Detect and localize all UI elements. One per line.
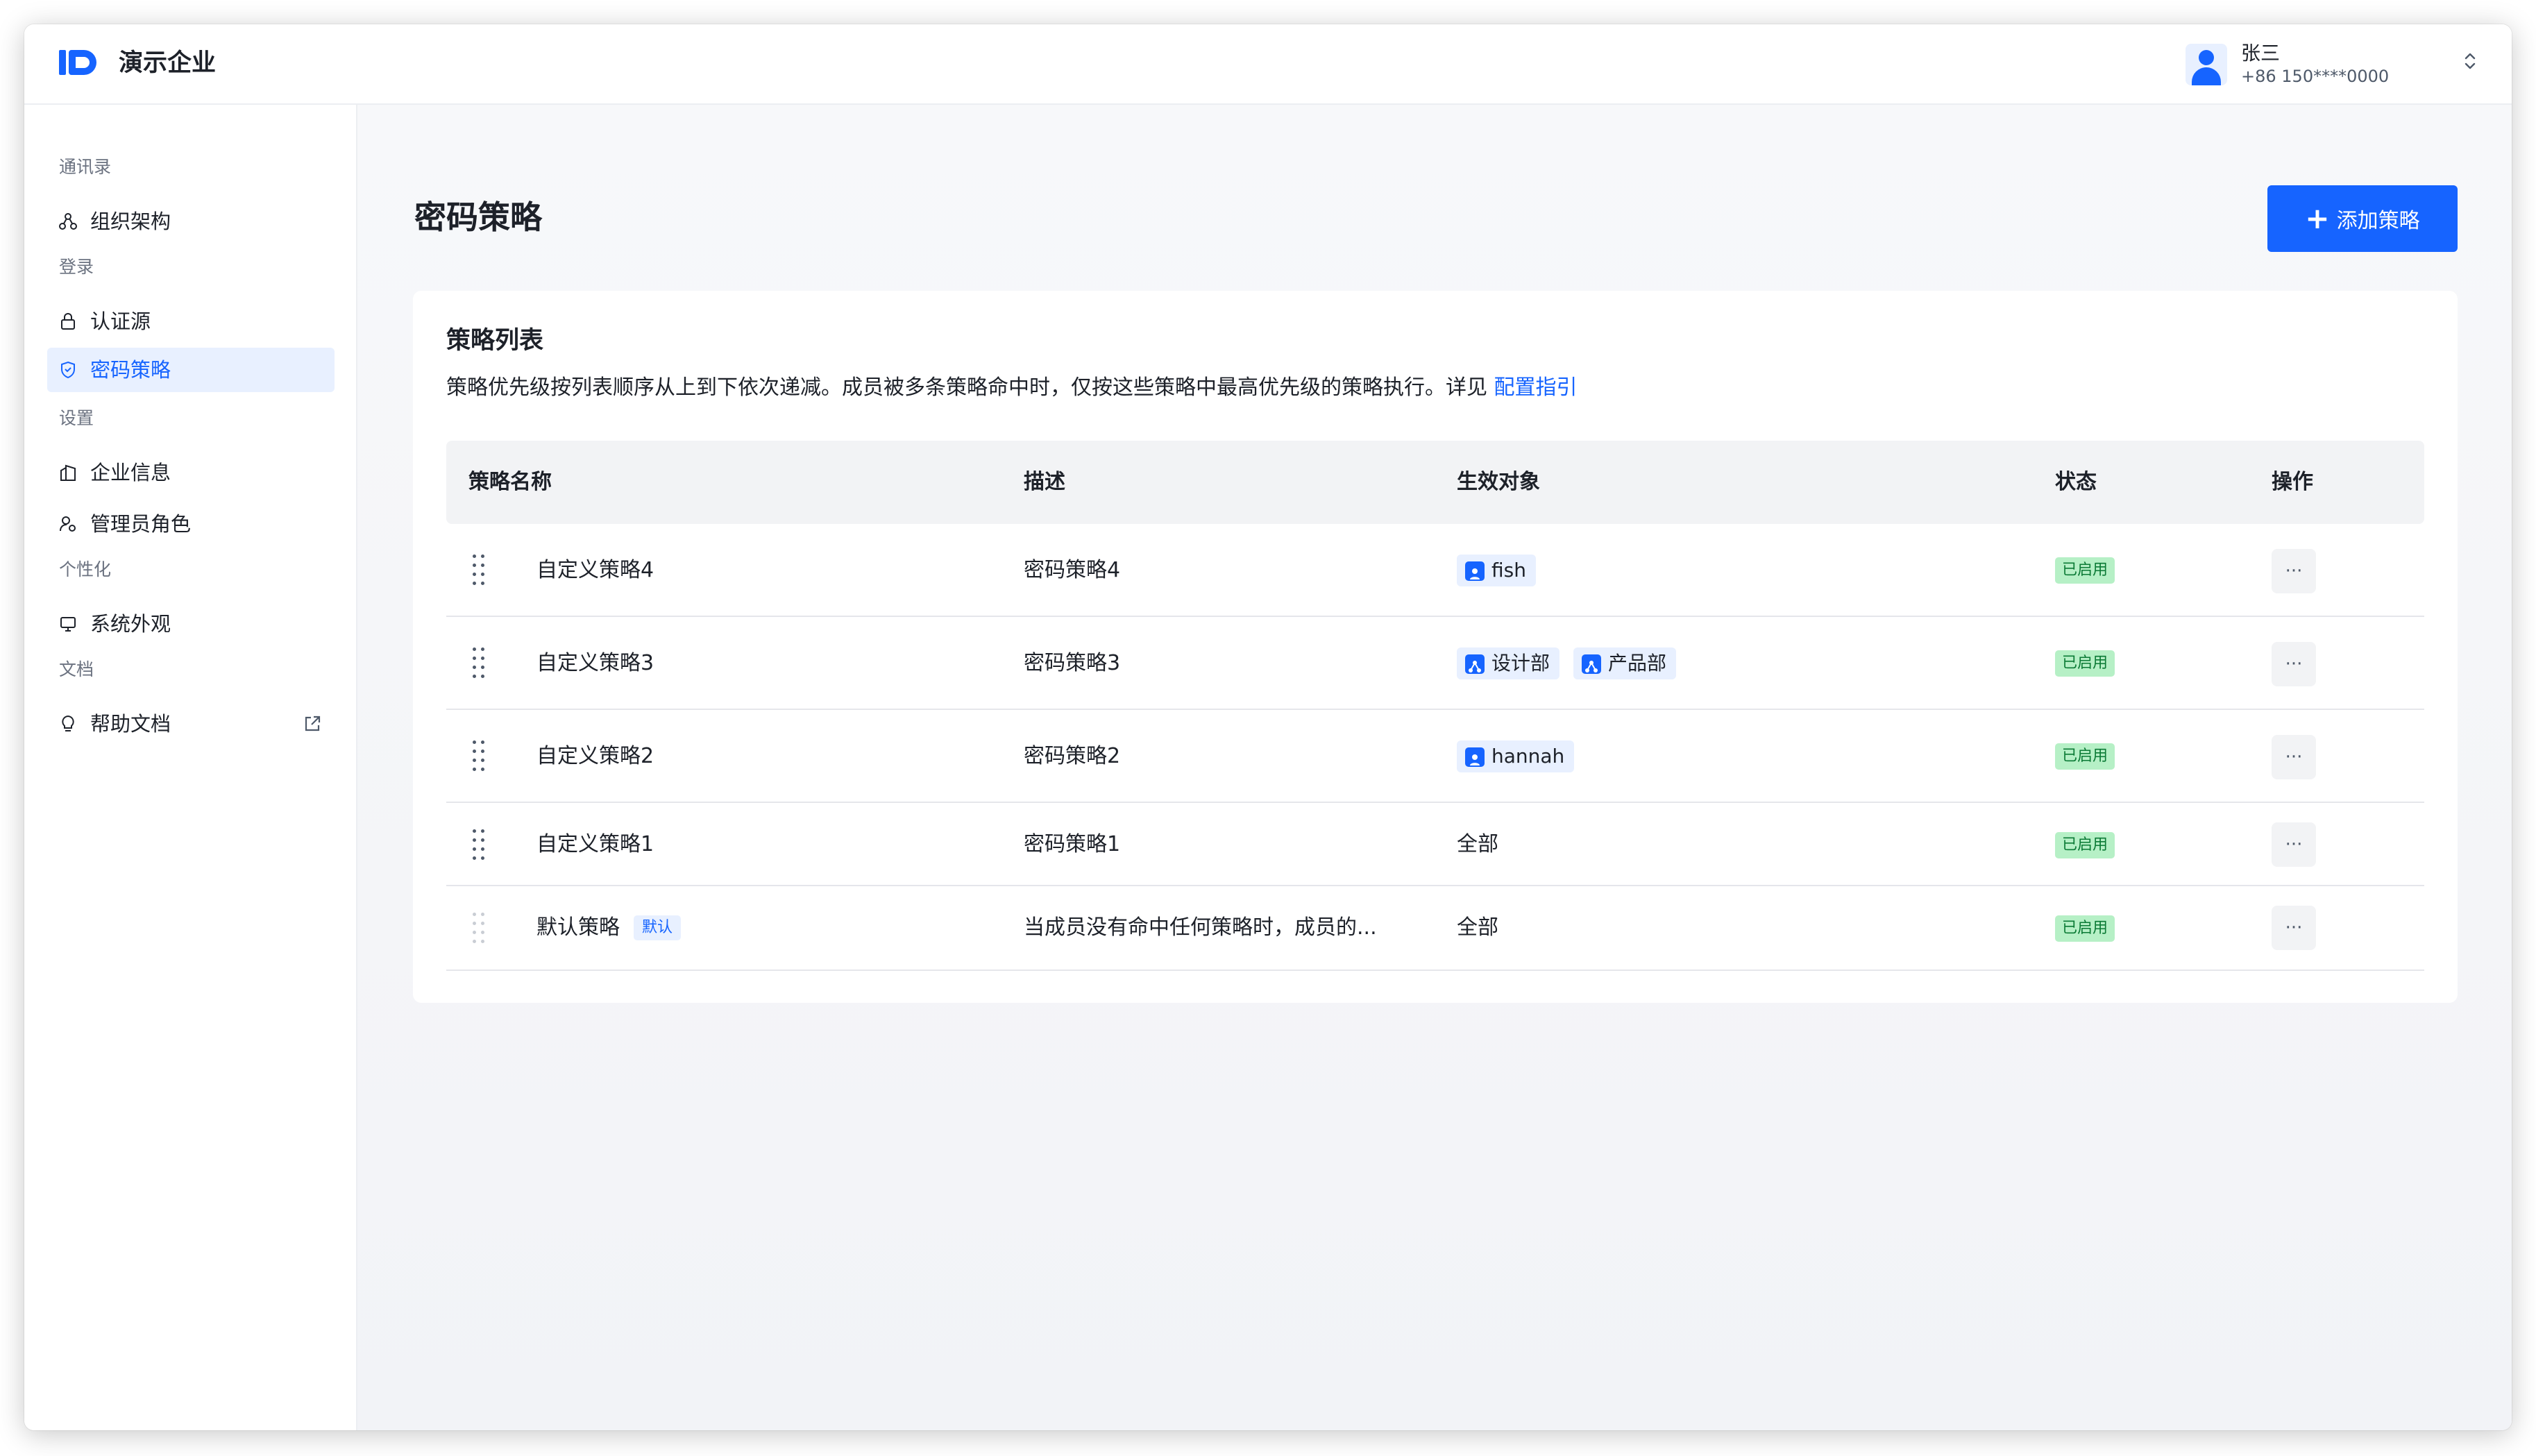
department-icon — [1465, 654, 1485, 674]
card-title: 策略列表 — [446, 327, 544, 355]
target-text: 全部 — [1457, 915, 1498, 940]
sidebar-item-label: 帮助文档 — [90, 712, 171, 736]
chevron-up-down-icon — [2463, 51, 2477, 80]
target-tag: fish — [1457, 555, 1536, 586]
column-header-desc: 描述 — [1024, 470, 1065, 494]
column-header-status: 状态 — [2055, 470, 2097, 494]
policy-name: 自定义策略3 — [536, 651, 654, 675]
org-name: 演示企业 — [119, 49, 217, 77]
policy-name: 默认策略 — [536, 915, 620, 940]
table-row: 自定义策略1 密码策略1 全部 已启用 ··· — [446, 803, 2424, 886]
drag-handle-icon — [471, 913, 488, 943]
sidebar-item-label: 认证源 — [90, 310, 151, 333]
target-tag: hannah — [1457, 740, 1575, 772]
page-title: 密码策略 — [414, 198, 542, 236]
user-icon — [1465, 747, 1485, 767]
app-logo-icon — [59, 48, 98, 77]
policy-name: 自定义策略2 — [536, 744, 654, 768]
building-icon — [60, 464, 76, 481]
table-row: 默认策略 默认 当成员没有命中任何策略时，成员的... 全部 已启用 ··· — [446, 886, 2424, 971]
sidebar-item-label: 企业信息 — [90, 461, 171, 484]
sidebar-item-label: 密码策略 — [90, 358, 171, 382]
status-badge: 已启用 — [2055, 650, 2115, 677]
lock-icon — [61, 313, 75, 330]
target-tag: 产品部 — [1573, 647, 1677, 679]
sidebar: 通讯录 组织架构 登录 认证源 密码策略 设置 企业信息 管理员角色 个性化 系… — [24, 105, 357, 1430]
policy-desc: 当成员没有命中任何策略时，成员的... — [1024, 915, 1377, 940]
status-badge: 已启用 — [2055, 915, 2115, 942]
more-actions-button[interactable]: ··· — [2272, 822, 2316, 867]
policy-list-card: 策略列表 策略优先级按列表顺序从上到下依次递减。成员被多条策略命中时，仅按这些策… — [413, 291, 2458, 1003]
sidebar-section-personalize: 个性化 — [59, 559, 112, 579]
user-switcher[interactable]: 张三 +86 150****0000 — [2186, 41, 2484, 90]
drag-handle-icon[interactable] — [471, 740, 488, 771]
policy-name: 自定义策略1 — [536, 832, 654, 856]
more-actions-button[interactable]: ··· — [2272, 906, 2316, 950]
table-row: 自定义策略2 密码策略2 hannah 已启用 ··· — [446, 710, 2424, 803]
sidebar-item-appearance[interactable]: 系统外观 — [47, 602, 335, 646]
sidebar-section-contacts: 通讯录 — [59, 157, 112, 177]
external-link-icon — [305, 716, 321, 731]
sidebar-item-org-structure[interactable]: 组织架构 — [47, 199, 335, 244]
table-row: 自定义策略3 密码策略3 设计部 产品部 已启用 ··· — [446, 617, 2424, 710]
more-actions-button[interactable]: ··· — [2272, 642, 2316, 686]
column-header-action: 操作 — [2272, 470, 2313, 494]
top-bar: 演示企业 张三 +86 150****0000 — [24, 24, 2512, 105]
target-tag: 设计部 — [1457, 647, 1560, 679]
drag-handle-icon[interactable] — [471, 555, 488, 585]
table-row: 自定义策略4 密码策略4 fish 已启用 ··· — [446, 524, 2424, 617]
policy-name: 自定义策略4 — [536, 558, 654, 582]
more-actions-button[interactable]: ··· — [2272, 549, 2316, 593]
department-icon — [1582, 654, 1601, 674]
sidebar-section-login: 登录 — [59, 257, 94, 277]
policy-desc: 密码策略1 — [1024, 832, 1121, 856]
user-name: 张三 — [2241, 42, 2281, 65]
sidebar-section-docs: 文档 — [59, 659, 94, 679]
policy-desc: 密码策略2 — [1024, 744, 1121, 768]
shield-icon — [61, 361, 75, 379]
column-header-target: 生效对象 — [1457, 470, 1540, 494]
table-header: 策略名称 描述 生效对象 状态 操作 — [446, 441, 2424, 524]
target-text: 全部 — [1457, 832, 1498, 856]
avatar — [2186, 44, 2227, 85]
sidebar-item-label: 组织架构 — [90, 210, 171, 233]
more-actions-button[interactable]: ··· — [2272, 735, 2316, 779]
main-content: 密码策略 + 添加策略 策略列表 策略优先级按列表顺序从上到下依次递减。成员被多… — [357, 105, 2512, 1430]
sidebar-item-auth-source[interactable]: 认证源 — [47, 299, 335, 344]
monitor-icon — [60, 617, 76, 632]
sidebar-item-help-docs[interactable]: 帮助文档 — [47, 702, 335, 746]
plus-icon: + — [2305, 201, 2330, 235]
status-badge: 已启用 — [2055, 557, 2115, 584]
user-icon — [1465, 561, 1485, 581]
policy-desc: 密码策略3 — [1024, 651, 1121, 675]
column-header-name: 策略名称 — [468, 470, 552, 494]
drag-handle-icon[interactable] — [471, 647, 488, 678]
policy-desc: 密码策略4 — [1024, 558, 1121, 582]
drag-handle-icon[interactable] — [471, 829, 488, 860]
sidebar-section-settings: 设置 — [59, 408, 94, 428]
default-badge: 默认 — [634, 915, 682, 940]
config-guide-link[interactable]: 配置指引 — [1494, 375, 1578, 400]
lightbulb-icon — [62, 715, 74, 731]
sidebar-item-admin-role[interactable]: 管理员角色 — [47, 502, 335, 546]
add-policy-button[interactable]: + 添加策略 — [2267, 185, 2458, 252]
org-structure-icon — [59, 213, 77, 230]
sidebar-item-label: 管理员角色 — [90, 512, 192, 536]
sidebar-item-label: 系统外观 — [90, 612, 171, 636]
admin-role-icon — [60, 516, 76, 532]
status-badge: 已启用 — [2055, 743, 2115, 770]
app-window: 演示企业 张三 +86 150****0000 通讯录 组织架构 登录 认证源 … — [24, 24, 2512, 1430]
sidebar-item-org-info[interactable]: 企业信息 — [47, 450, 335, 495]
sidebar-item-password-policy[interactable]: 密码策略 — [47, 348, 335, 392]
user-phone: +86 150****0000 — [2241, 67, 2390, 86]
status-badge: 已启用 — [2055, 832, 2115, 858]
card-description: 策略优先级按列表顺序从上到下依次递减。成员被多条策略命中时，仅按这些策略中最高优… — [446, 375, 1578, 400]
